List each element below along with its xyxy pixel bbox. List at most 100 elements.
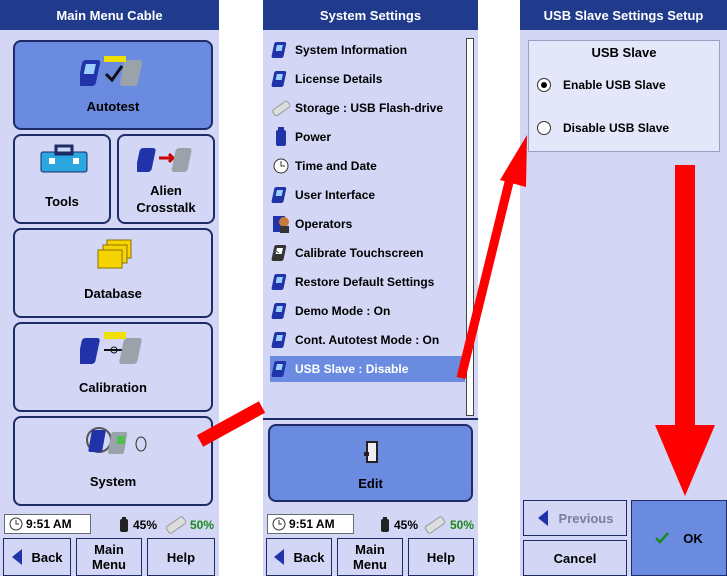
previous-arrow-icon [537,510,548,526]
settings-item[interactable]: Demo Mode : On [270,298,465,324]
handheld-icon [270,301,292,321]
settings-item[interactable]: Power [270,124,465,150]
handheld-icon [270,40,292,60]
autotest-icon [80,56,143,86]
edit-button[interactable]: Edit [268,424,473,502]
settings-item-label: Storage : USB Flash-drive [295,101,444,115]
back-label: Back [293,549,325,565]
enable-usb-slave-radio[interactable]: Enable USB Slave [537,78,666,92]
ok-label: OK [683,530,703,546]
settings-item[interactable]: User Interface [270,182,465,208]
back-button[interactable]: Back [3,538,71,576]
toolbox-icon [40,144,88,173]
main-menu-title: Main Menu Cable [0,0,219,30]
settings-item-label: Time and Date [295,159,377,173]
alien-crosstalk-button[interactable]: Alien Crosstalk [117,134,215,224]
nav-bar: Back Main Menu Help [263,536,478,576]
help-button[interactable]: Help [147,538,215,576]
settings-item[interactable]: Cont. Autotest Mode : On [270,327,465,353]
list-scrollbar[interactable] [466,38,474,416]
tools-label: Tools [45,194,79,209]
usb-percent: 50% [190,518,215,532]
main-menu-panel: Main Menu Cable Autotest Tools Alien Cro… [0,0,219,576]
handheld-icon [270,272,292,292]
settings-item[interactable]: Time and Date [270,153,465,179]
tools-button[interactable]: Tools [13,134,111,224]
operator-icon [270,214,292,234]
help-button[interactable]: Help [408,538,474,576]
settings-item-label: Calibrate Touchscreen [295,246,424,260]
help-label: Help [426,549,456,565]
clock-display: 9:51 AM [267,514,354,534]
settings-item-label: License Details [295,72,383,86]
back-arrow-icon [274,549,285,565]
clock-time: 9:51 AM [26,517,72,531]
cancel-label: Cancel [553,550,597,566]
settings-item-label: Restore Default Settings [295,275,435,289]
system-label: System [89,474,137,489]
clock-time: 9:51 AM [289,517,335,531]
settings-item-label: Operators [295,217,353,231]
usb-drive-icon [165,516,187,534]
back-button[interactable]: Back [266,538,332,576]
edit-document-icon [364,441,378,463]
settings-item[interactable]: Storage : USB Flash-drive [270,95,465,121]
clock-icon [9,517,23,531]
database-button[interactable]: Database [13,228,213,318]
settings-item[interactable]: Restore Default Settings [270,269,465,295]
settings-item-label: Cont. Autotest Mode : On [295,333,440,347]
alien-crosstalk-label: Alien Crosstalk [136,183,196,215]
calibration-icon [80,332,142,364]
calibration-button[interactable]: Calibration [13,322,213,412]
database-label: Database [84,286,142,301]
previous-label: Previous [558,510,614,526]
autotest-label: Autotest [86,99,140,114]
disable-usb-slave-label: Disable USB Slave [563,121,670,135]
system-settings-panel: System Settings Edit 9:51 AM 45% 50% Bac… [263,0,478,576]
previous-button[interactable]: Previous [523,500,627,536]
main-menu-label: Main Menu [353,542,387,572]
handheld-icon [270,69,292,89]
settings-item[interactable]: License Details [270,66,465,92]
settings-item[interactable]: Calibrate Touchscreen [270,240,465,266]
enable-usb-slave-label: Enable USB Slave [563,78,666,92]
battery-icon [120,517,128,532]
settings-item-label: Demo Mode : On [295,304,391,318]
radio-unselected-indicator [537,121,551,135]
usb-drive-icon [270,98,292,118]
clock-icon [270,156,292,176]
battery-percent: 45% [394,518,419,532]
ok-button[interactable]: OK [631,500,727,576]
system-settings-title: System Settings [263,0,478,30]
settings-item-label: User Interface [295,188,376,202]
settings-item-label: Power [295,130,332,144]
handheld-icon [270,330,292,350]
main-menu-button[interactable]: Main Menu [337,538,403,576]
disable-usb-slave-radio[interactable]: Disable USB Slave [537,121,669,135]
battery-percent: 45% [133,518,158,532]
check-icon [655,532,670,544]
help-label: Help [166,549,196,565]
autotest-button[interactable]: Autotest [13,40,213,130]
clock-icon [272,517,286,531]
folders-icon [97,239,132,269]
main-menu-label: Main Menu [92,542,126,572]
usb-slave-group: USB Slave [528,40,720,152]
radio-selected-indicator [537,78,551,92]
system-button[interactable]: System [13,416,213,506]
cancel-button[interactable]: Cancel [523,540,627,576]
touchscreen-icon [270,243,292,263]
battery-icon [270,127,292,147]
edit-label: Edit [358,476,383,491]
battery-icon [381,517,389,532]
system-icon [86,427,147,454]
settings-item[interactable]: USB Slave : Disable [270,356,465,382]
settings-item-label: USB Slave : Disable [295,362,409,376]
back-arrow-icon [12,549,23,565]
main-menu-button[interactable]: Main Menu [76,538,142,576]
calibration-label: Calibration [79,380,147,395]
settings-item[interactable]: System Information [270,37,465,63]
clock-display: 9:51 AM [4,514,91,534]
settings-item[interactable]: Operators [270,211,465,237]
settings-item-label: System Information [295,43,408,57]
